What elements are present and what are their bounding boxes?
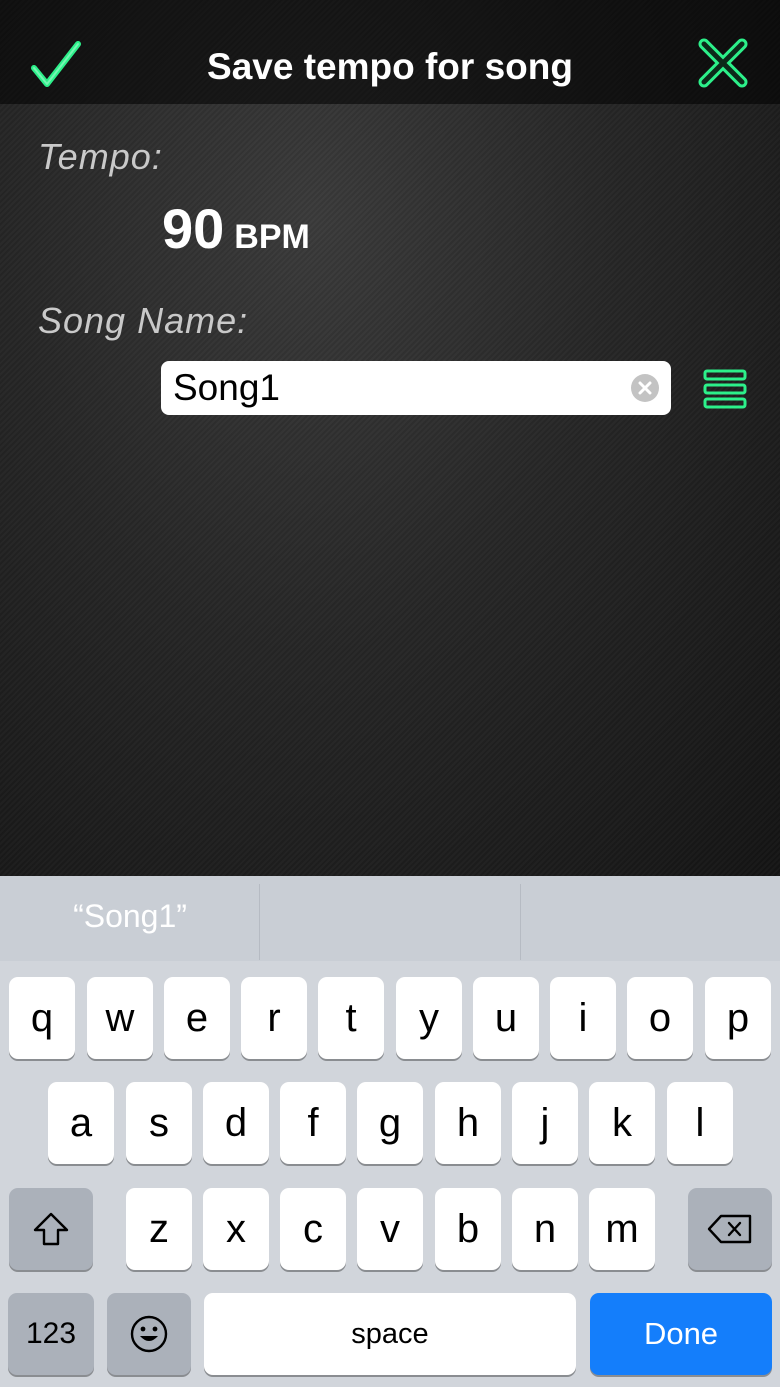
navigation-bar: Save tempo for song [0, 0, 780, 104]
suggestion-3[interactable] [521, 876, 780, 961]
key-x[interactable]: x [203, 1188, 269, 1270]
key-e[interactable]: e [164, 977, 230, 1059]
clear-icon[interactable] [631, 374, 659, 402]
page-title: Save tempo for song [207, 46, 573, 87]
key-y[interactable]: y [396, 977, 462, 1059]
song-name-field[interactable] [161, 361, 671, 415]
key-w[interactable]: w [87, 977, 153, 1059]
key-b[interactable]: b [435, 1188, 501, 1270]
key-p[interactable]: p [705, 977, 771, 1059]
key-j[interactable]: j [512, 1082, 578, 1164]
key-u[interactable]: u [473, 977, 539, 1059]
shift-key[interactable] [9, 1188, 93, 1270]
key-l[interactable]: l [667, 1082, 733, 1164]
shift-icon [33, 1212, 69, 1246]
key-z[interactable]: z [126, 1188, 192, 1270]
tempo-readout: 90 BPM [162, 196, 310, 261]
key-k[interactable]: k [589, 1082, 655, 1164]
key-o[interactable]: o [627, 977, 693, 1059]
key-h[interactable]: h [435, 1082, 501, 1164]
space-key[interactable]: space [204, 1293, 576, 1375]
key-n[interactable]: n [512, 1188, 578, 1270]
numbers-key[interactable]: 123 [8, 1293, 94, 1375]
emoji-key[interactable] [107, 1293, 191, 1375]
song-name-input[interactable] [173, 361, 613, 415]
list-icon[interactable] [702, 368, 748, 410]
suggestion-1[interactable]: “Song1” [0, 876, 260, 961]
save-tempo-screen: Save tempo for song Tempo: 90 BPM Song Na… [0, 0, 780, 876]
suggestion-bar: “Song1” [0, 876, 780, 961]
done-key[interactable]: Done [590, 1293, 772, 1375]
key-t[interactable]: t [318, 977, 384, 1059]
suggestion-2[interactable] [260, 876, 520, 961]
tempo-value: 90 [162, 197, 225, 260]
key-i[interactable]: i [550, 977, 616, 1059]
key-q[interactable]: q [9, 977, 75, 1059]
key-v[interactable]: v [357, 1188, 423, 1270]
backspace-icon [707, 1214, 752, 1244]
emoji-icon [130, 1315, 168, 1353]
delete-key[interactable] [688, 1188, 772, 1270]
key-m[interactable]: m [589, 1188, 655, 1270]
key-g[interactable]: g [357, 1082, 423, 1164]
key-a[interactable]: a [48, 1082, 114, 1164]
song-name-label: Song Name: [38, 300, 249, 341]
key-d[interactable]: d [203, 1082, 269, 1164]
key-c[interactable]: c [280, 1188, 346, 1270]
key-f[interactable]: f [280, 1082, 346, 1164]
tempo-label: Tempo: [38, 136, 163, 177]
keyboard: “Song1” q w e r t y u i o p a s d f g h … [0, 876, 780, 1387]
close-icon[interactable] [696, 36, 750, 90]
key-s[interactable]: s [126, 1082, 192, 1164]
key-r[interactable]: r [241, 977, 307, 1059]
tempo-unit: BPM [234, 218, 310, 256]
